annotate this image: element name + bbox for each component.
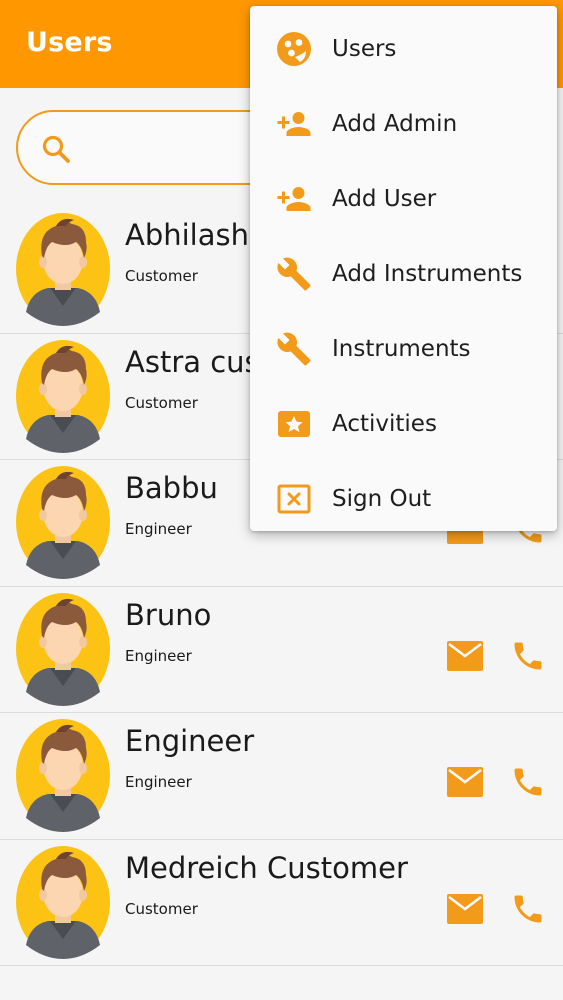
- users-icon: [276, 31, 312, 67]
- menu-item-users[interactable]: Users: [250, 12, 557, 87]
- menu-item-label: Add Admin: [332, 111, 458, 137]
- user-role: Engineer: [125, 773, 192, 791]
- user-name: Babbu: [125, 471, 218, 505]
- user-list-item[interactable]: Engineer Engineer: [0, 713, 563, 840]
- avatar: [16, 718, 110, 832]
- menu-item-label: Sign Out: [332, 486, 432, 512]
- user-role: Customer: [125, 393, 198, 412]
- phone-icon[interactable]: [510, 764, 546, 800]
- avatar: [16, 212, 110, 326]
- activities-icon: [276, 406, 312, 442]
- menu-item-label: Instruments: [332, 336, 471, 362]
- search-icon: [40, 133, 72, 165]
- wrench-icon: [276, 331, 312, 367]
- menu-item-label: Add User: [332, 186, 437, 212]
- menu-item-add-instruments[interactable]: Add Instruments: [250, 237, 557, 312]
- user-name: Abhilash: [125, 218, 250, 252]
- user-role: Customer: [125, 899, 198, 918]
- menu-item-label: Users: [332, 36, 397, 62]
- avatar: [16, 845, 110, 959]
- user-name: Engineer: [125, 724, 255, 758]
- menu-item-label: Activities: [332, 411, 437, 437]
- menu-item-activities[interactable]: Activities: [250, 387, 557, 462]
- menu-item-instruments[interactable]: Instruments: [250, 312, 557, 387]
- person-add-icon: [276, 181, 312, 217]
- user-role: Engineer: [125, 520, 192, 538]
- user-name: Medreich Customer: [125, 850, 408, 885]
- avatar: [16, 465, 110, 579]
- user-name: Bruno: [125, 597, 212, 632]
- wrench-icon: [276, 256, 312, 292]
- page-title: Users: [26, 27, 113, 58]
- mail-icon[interactable]: [447, 894, 483, 924]
- menu-item-add-admin[interactable]: Add Admin: [250, 87, 557, 162]
- user-list-item[interactable]: Bruno Engineer: [0, 587, 563, 713]
- avatar: [16, 592, 110, 706]
- sign-out-icon: [276, 481, 312, 517]
- mail-icon[interactable]: [447, 767, 483, 797]
- avatar: [16, 339, 110, 453]
- menu-item-add-user[interactable]: Add User: [250, 162, 557, 237]
- overflow-menu: Users Add Admin Add User Add Instruments…: [250, 6, 557, 531]
- phone-icon[interactable]: [510, 891, 546, 927]
- phone-icon[interactable]: [510, 638, 546, 674]
- person-add-icon: [276, 106, 312, 142]
- menu-item-label: Add Instruments: [332, 261, 523, 287]
- mail-icon[interactable]: [447, 641, 483, 671]
- user-role: Customer: [125, 267, 198, 285]
- user-list-item[interactable]: Medreich Customer Customer: [0, 840, 563, 966]
- menu-item-sign-out[interactable]: Sign Out: [250, 462, 557, 537]
- user-role: Engineer: [125, 646, 192, 665]
